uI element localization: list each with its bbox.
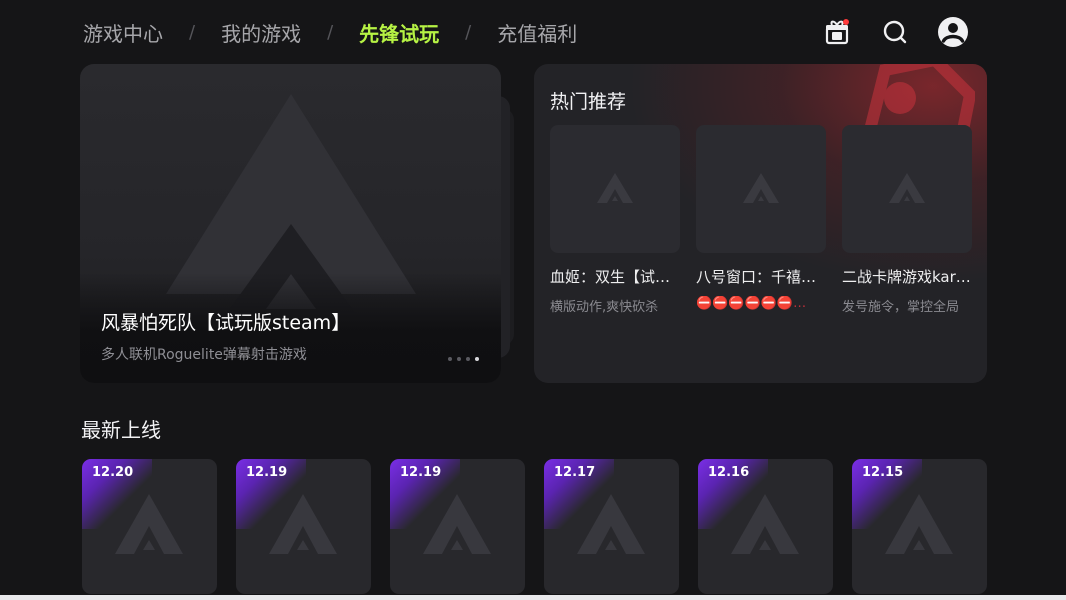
pagination-dot-active[interactable] — [475, 357, 479, 361]
placeholder-logo-icon — [577, 494, 645, 554]
new-section-title: 最新上线 — [81, 418, 161, 442]
tab-separator: / — [327, 21, 334, 43]
placeholder-logo-icon — [115, 494, 183, 554]
new-game-card[interactable]: 12.17 — [544, 459, 679, 594]
tab-separator: / — [189, 21, 196, 43]
tab-pioneer-trial[interactable]: 先锋试玩 — [359, 18, 439, 47]
user-avatar-icon — [938, 17, 968, 47]
top-actions — [820, 14, 970, 50]
new-game-card[interactable]: 12.16 — [698, 459, 833, 594]
new-game-card[interactable]: 12.19 — [236, 459, 371, 594]
game-description: 横版动作,爽快砍杀 — [550, 300, 659, 315]
gift-icon — [825, 19, 849, 45]
profile-button[interactable] — [936, 15, 970, 49]
placeholder-logo-icon — [885, 494, 953, 554]
pagination-dot[interactable] — [457, 357, 461, 361]
placeholder-logo-icon — [889, 173, 925, 203]
game-thumbnail — [696, 125, 826, 253]
placeholder-logo-icon — [597, 173, 633, 203]
game-description: ⛔⛔⛔⛔⛔⛔… — [696, 296, 807, 311]
game-name: 二战卡牌游戏kar… — [842, 268, 971, 286]
new-game-card[interactable]: 12.20 — [82, 459, 217, 594]
hot-recommend-panel: 热门推荐 血姬：双生【试… 横版动作,爽快砍杀 八号窗口：千禧… ⛔⛔⛔⛔⛔⛔…… — [534, 64, 987, 383]
banner-subtitle: 多人联机Roguelite弹幕射击游戏 — [101, 347, 307, 363]
search-icon — [883, 20, 907, 44]
hot-game-card[interactable]: 八号窗口：千禧… ⛔⛔⛔⛔⛔⛔… — [696, 125, 826, 311]
release-date: 12.17 — [554, 465, 596, 480]
release-date: 12.20 — [92, 465, 134, 480]
game-name: 血姬：双生【试… — [550, 268, 671, 286]
placeholder-logo-icon — [743, 173, 779, 203]
pagination-dot[interactable] — [466, 357, 470, 361]
release-date: 12.19 — [400, 465, 442, 480]
pagination-dot[interactable] — [448, 357, 452, 361]
hot-section-title: 热门推荐 — [550, 91, 627, 113]
tab-separator: / — [465, 21, 472, 43]
tab-my-games[interactable]: 我的游戏 — [221, 18, 301, 47]
game-thumbnail — [550, 125, 680, 253]
game-description: 发号施令，掌控全局 — [842, 300, 960, 315]
placeholder-logo-icon — [731, 494, 799, 554]
release-date: 12.16 — [708, 465, 750, 480]
placeholder-logo-icon — [423, 494, 491, 554]
release-date: 12.19 — [246, 465, 288, 480]
hot-game-card[interactable]: 血姬：双生【试… 横版动作,爽快砍杀 — [550, 125, 680, 315]
game-thumbnail — [842, 125, 972, 253]
tab-game-center[interactable]: 游戏中心 — [83, 18, 163, 47]
placeholder-logo-icon — [269, 494, 337, 554]
gift-button[interactable] — [820, 15, 854, 49]
new-game-card[interactable]: 12.19 — [390, 459, 525, 594]
new-game-card[interactable]: 12.15 — [852, 459, 987, 594]
banner-title: 风暴怕死队【试玩版steam】 — [101, 312, 351, 334]
game-center-page: 游戏中心 / 我的游戏 / 先锋试玩 / 充值福利 风暴怕死队【试玩版steam… — [0, 0, 1066, 600]
bottom-status-strip — [0, 595, 1066, 600]
search-button[interactable] — [878, 15, 912, 49]
hot-game-card[interactable]: 二战卡牌游戏kar… 发号施令，掌控全局 — [842, 125, 972, 315]
tab-recharge-benefits[interactable]: 充值福利 — [497, 18, 577, 47]
game-name: 八号窗口：千禧… — [696, 268, 817, 286]
banner-pagination — [448, 357, 479, 361]
featured-banner[interactable]: 风暴怕死队【试玩版steam】 多人联机Roguelite弹幕射击游戏 — [80, 64, 501, 383]
top-nav: 游戏中心 / 我的游戏 / 先锋试玩 / 充值福利 — [83, 14, 577, 50]
release-date: 12.15 — [862, 465, 904, 480]
